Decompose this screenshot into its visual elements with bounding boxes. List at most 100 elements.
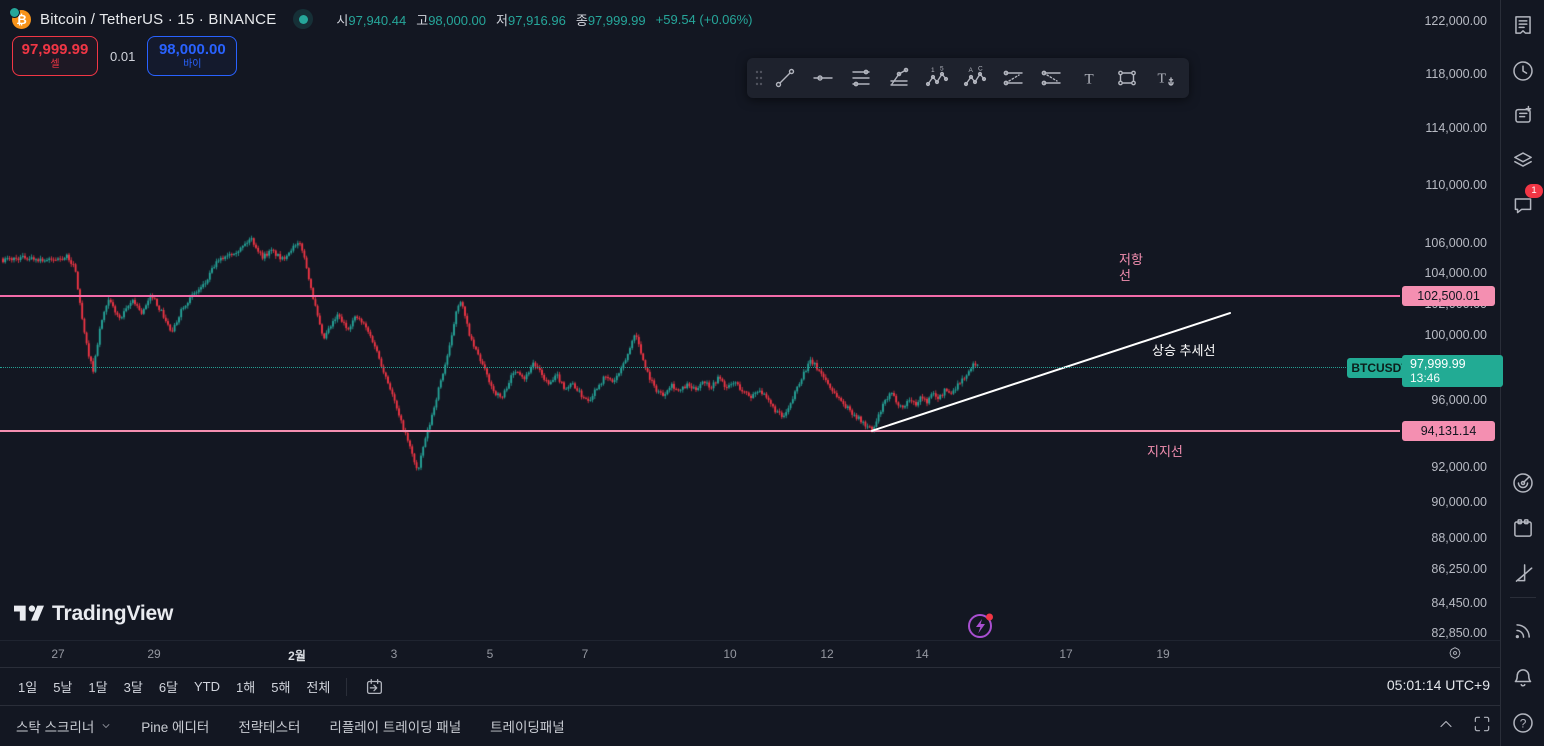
sell-label: 셀	[50, 59, 60, 71]
range-button-1일[interactable]: 1일	[10, 672, 45, 701]
sidebar-divider	[1510, 597, 1536, 598]
measure-icon[interactable]	[1506, 556, 1540, 590]
tradingview-logo-icon	[14, 605, 44, 621]
alert-clock-icon[interactable]	[1506, 54, 1540, 88]
trend-line-tool-icon[interactable]	[766, 58, 804, 98]
price-axis-label: 106,000.00	[1424, 236, 1487, 251]
toolbar-drag-handle-icon[interactable]	[752, 58, 766, 98]
price-axis-label: 86,250.00	[1431, 562, 1487, 577]
market-status-icon[interactable]	[293, 9, 314, 29]
time-axis-label: 2월	[288, 649, 306, 663]
price-axis-label: 110,000.00	[1425, 177, 1487, 192]
short-position-tool-icon[interactable]	[1032, 58, 1070, 98]
time-axis-label: 3	[390, 647, 398, 661]
price-axis-label: 114,000.00	[1425, 121, 1487, 136]
fib-retracement-tool-icon[interactable]	[842, 58, 880, 98]
candlestick-canvas[interactable]	[0, 0, 1400, 640]
last-price-value: 97,999.99	[1410, 357, 1466, 372]
bottom-bar-item-4[interactable]: 리플레이 트레이딩 패널	[329, 716, 461, 736]
abc-pattern-tool-icon[interactable]: AC	[956, 58, 994, 98]
time-axis[interactable]: 27 29 2월 3 5 7 10 12 14 17 19	[0, 640, 1500, 668]
feed-icon[interactable]	[1506, 614, 1540, 648]
bottom-right-controls	[1436, 714, 1492, 734]
time-axis-label: 10	[723, 647, 737, 661]
text-annotation[interactable]: 상승 추세선	[1152, 343, 1215, 359]
svg-text:T: T	[1085, 72, 1094, 88]
range-button-5날[interactable]: 5날	[45, 672, 80, 701]
anchored-text-tool-icon[interactable]: T	[1146, 58, 1184, 98]
right-sidebar: 1?	[1500, 0, 1544, 746]
calendar-icon[interactable]	[1506, 511, 1540, 545]
range-button-전체[interactable]: 전체	[298, 672, 338, 701]
radar-icon[interactable]	[1506, 466, 1540, 500]
support-line-drawing[interactable]	[0, 430, 1400, 433]
trend-based-fib-tool-icon[interactable]	[880, 58, 918, 98]
sell-button[interactable]: 97,999.99 셀	[12, 36, 98, 76]
price-axis-label: 88,000.00	[1431, 530, 1487, 545]
resistance-line-drawing[interactable]	[0, 295, 1400, 298]
price-axis-label: 92,000.00	[1431, 460, 1487, 475]
range-button-1해[interactable]: 1해	[228, 672, 263, 701]
bell-icon[interactable]	[1506, 661, 1540, 695]
text-annotation[interactable]: 지지선	[1147, 444, 1183, 460]
rectangle-tool-icon[interactable]	[1108, 58, 1146, 98]
bottom-bar-item-5[interactable]: 트레이딩패널	[490, 716, 565, 736]
long-position-tool-icon[interactable]	[994, 58, 1032, 98]
time-axis-label: 17	[1059, 647, 1073, 661]
clock-display[interactable]: 05:01:14 UTC+9	[1387, 677, 1490, 693]
bottom-bar-item-1[interactable]: 스탁 스크리너	[16, 716, 112, 736]
watermark-label: TradingView	[52, 602, 174, 625]
notification-badge: 1	[1525, 184, 1543, 198]
bottom-bar-item-2[interactable]: Pine 에디터	[141, 716, 209, 736]
promo-flash-icon[interactable]	[964, 608, 998, 642]
elliott-wave-tool-icon[interactable]: 15	[918, 58, 956, 98]
range-button-YTD[interactable]: YTD	[186, 674, 228, 699]
support-price-label: 94,131.14	[1402, 421, 1495, 442]
symbol-title[interactable]: Bitcoin / TetherUS · 15 · BINANCE	[40, 11, 276, 28]
range-button-5해[interactable]: 5해	[263, 672, 298, 701]
time-axis-label: 12	[820, 647, 834, 661]
range-button-3달[interactable]: 3달	[116, 672, 151, 701]
text-annotation[interactable]: 저항 선	[1119, 252, 1143, 284]
svg-text:?: ?	[1520, 716, 1527, 730]
ohlc-pair: 시97,940.44	[336, 12, 407, 28]
help-icon[interactable]: ?	[1506, 706, 1540, 740]
buy-price: 98,000.00	[158, 40, 226, 58]
time-axis-label: 14	[915, 647, 929, 661]
range-button-1달[interactable]: 1달	[80, 672, 115, 701]
sell-price: 97,999.99	[21, 40, 89, 58]
bitcoin-logo-icon: ₿	[9, 6, 31, 29]
svg-text:1: 1	[931, 67, 935, 74]
time-axis-label: 5	[486, 647, 494, 661]
time-axis-label: 19	[1156, 647, 1170, 661]
horizontal-line-tool-icon[interactable]	[804, 58, 842, 98]
range-button-6달[interactable]: 6달	[151, 672, 186, 701]
svg-text:A: A	[969, 67, 974, 74]
chart-pane[interactable]: 저항 선상승 추세선지지선 ₿ Bitcoin / TetherUS · 15 …	[0, 0, 1413, 642]
ohlc-pair: 저97,916.96	[496, 12, 566, 28]
buy-button[interactable]: 98,000.00 바이	[147, 36, 238, 76]
price-axis-label: 96,000.00	[1431, 393, 1487, 408]
price-axis-label: 100,000.00	[1424, 328, 1487, 343]
price-change: +59.54 (+0.06%)	[655, 11, 753, 27]
buy-label: 바이	[183, 59, 202, 71]
resistance-price-label: 102,500.01	[1402, 286, 1495, 307]
chat-icon[interactable]: 1	[1506, 184, 1543, 222]
symbol-bar: ₿ Bitcoin / TetherUS · 15 · BINANCE 시97,…	[9, 6, 753, 31]
fullscreen-icon[interactable]	[1472, 714, 1492, 734]
svg-text:5: 5	[940, 66, 944, 73]
bottom-bar-item-3[interactable]: 전략테스터	[238, 716, 300, 736]
axis-settings-gear-icon[interactable]	[1447, 645, 1463, 661]
watchlist-icon[interactable]	[1506, 8, 1540, 42]
bottom-panel-bar: 스탁 스크리너 Pine 에디터 전략테스터 리플레이 트레이딩 패널 트레이딩패널	[0, 705, 1500, 746]
layers-icon[interactable]	[1506, 142, 1540, 176]
last-price-line	[0, 367, 1400, 369]
collapse-panel-chevron-icon[interactable]	[1436, 714, 1456, 734]
ideas-icon[interactable]	[1506, 98, 1540, 132]
text-tool-icon[interactable]: T	[1070, 58, 1108, 98]
go-to-date-icon[interactable]	[355, 671, 393, 703]
price-axis-label: 122,000.00	[1424, 14, 1487, 28]
drawing-toolbar: 15ACTT	[747, 58, 1189, 98]
price-axis[interactable]: 122,000.00 118,000.00 114,000.00 110,000.00…	[1400, 0, 1503, 640]
price-axis-label: 104,000.00	[1424, 266, 1487, 281]
